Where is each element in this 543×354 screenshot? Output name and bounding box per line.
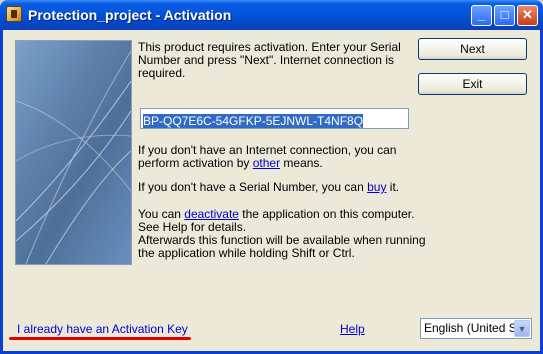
other-means-link[interactable]: other [253,156,280,170]
deactivate-prefix: You can [138,207,185,221]
no-internet-prefix: perform activation by [138,156,253,170]
no-serial-text: If you don't have a Serial Number, you c… [138,181,399,194]
no-serial-prefix: If you don't have a Serial Number, you c… [138,180,368,194]
activation-window: Protection_project - Activation _ □ ✕ Th… [0,0,543,354]
serial-number-value: BP-QQ7E6C-54GFKP-5EJNWL-T4NF8Q [143,114,364,128]
close-button[interactable]: ✕ [517,5,538,26]
title-bar[interactable]: Protection_project - Activation _ □ ✕ [0,0,543,30]
deactivate-suffix: the application on this computer. [238,207,415,221]
buy-link[interactable]: buy [367,180,386,194]
red-highlight-underline [9,337,191,340]
no-internet-suffix: means. [280,156,323,170]
deactivate-text: You can deactivate the application on th… [138,208,426,260]
no-internet-text: If you don't have an Internet connection… [138,144,396,170]
language-select[interactable]: English (United Sta ▼ [420,318,532,339]
message-line-3: required. [138,66,186,80]
activation-message: This product requires activation. Enter … [138,41,401,80]
activation-key-link[interactable]: I already have an Activation Key [17,323,188,336]
decorative-side-image [15,40,132,265]
next-button[interactable]: Next [418,38,527,60]
serial-number-input[interactable]: BP-QQ7E6C-54GFKP-5EJNWL-T4NF8Q [140,108,409,129]
language-value: English (United Sta [424,321,527,335]
app-icon [6,6,22,22]
exit-button[interactable]: Exit [418,73,527,95]
deactivate-link[interactable]: deactivate [184,207,239,221]
chevron-down-icon[interactable]: ▼ [514,320,530,337]
help-link[interactable]: Help [340,323,365,336]
no-serial-suffix: it. [386,180,400,194]
deactivate-line-4: the application while holding Shift or C… [138,246,355,260]
minimize-button[interactable]: _ [471,5,492,26]
window-title: Protection_project - Activation [28,7,232,23]
maximize-button[interactable]: □ [494,5,515,26]
decorative-lines-icon [16,50,131,264]
